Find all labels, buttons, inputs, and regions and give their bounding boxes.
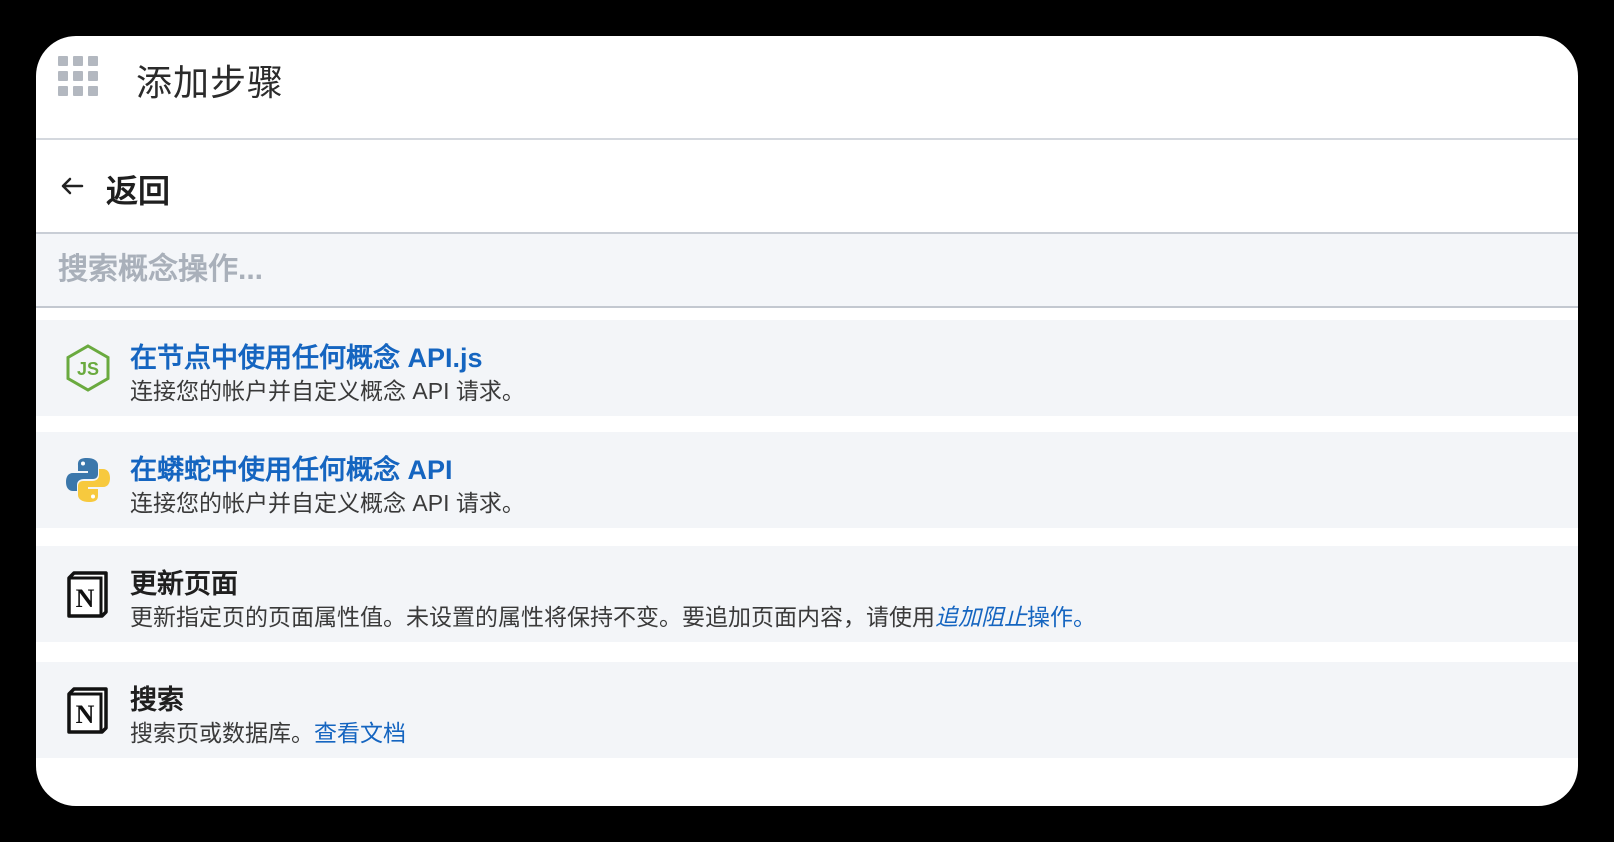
app-grid-icon[interactable]: [58, 56, 98, 96]
action-item-search[interactable]: N 搜索 搜索页或数据库。查看文档: [36, 662, 1578, 758]
action-description: 搜索页或数据库。查看文档: [130, 714, 406, 748]
panel-title: 添加步骤: [136, 62, 285, 103]
add-step-panel: 添加步骤 返回 JS 在节点中使用任何概念 API.js 连接您的帐户并自定义概…: [36, 36, 1578, 806]
search-input[interactable]: [58, 248, 1458, 292]
action-item-nodejs[interactable]: JS 在节点中使用任何概念 API.js 连接您的帐户并自定义概念 API 请求…: [36, 320, 1578, 416]
action-link[interactable]: 操作: [1027, 604, 1073, 630]
action-item-update-page[interactable]: N 更新页面 更新指定页的页面属性值。未设置的属性将保持不变。要追加页面内容，请…: [36, 546, 1578, 642]
description-period: 。: [1073, 604, 1096, 630]
action-description: 更新指定页的页面属性值。未设置的属性将保持不变。要追加页面内容，请使用追加阻止操…: [130, 598, 1096, 632]
svg-text:JS: JS: [77, 359, 99, 379]
svg-text:N: N: [76, 700, 95, 729]
svg-text:N: N: [76, 584, 95, 613]
view-docs-link[interactable]: 查看文档: [314, 720, 406, 746]
action-title: 搜索: [130, 685, 184, 715]
description-text: 搜索页或数据库。: [130, 720, 314, 746]
action-title: 更新页面: [130, 569, 238, 599]
notion-icon: N: [67, 571, 108, 618]
arrow-left-icon: [61, 177, 84, 195]
search-bar: [36, 234, 1578, 308]
title-bar: 添加步骤: [36, 36, 1578, 140]
action-item-python[interactable]: 在蟒蛇中使用任何概念 API 连接您的帐户并自定义概念 API 请求。: [36, 432, 1578, 528]
back-button[interactable]: 返回: [36, 140, 1578, 234]
action-title: 在节点中使用任何概念 API.js: [130, 343, 483, 373]
action-description: 连接您的帐户并自定义概念 API 请求。: [130, 378, 525, 404]
notion-icon: N: [67, 687, 108, 734]
action-description: 连接您的帐户并自定义概念 API 请求。: [130, 490, 525, 516]
description-text: 更新指定页的页面属性值。未设置的属性将保持不变。要追加页面内容，请使用: [130, 604, 935, 630]
nodejs-icon: JS: [66, 344, 110, 392]
append-block-link[interactable]: 追加阻止: [935, 604, 1027, 630]
action-title: 在蟒蛇中使用任何概念 API: [130, 455, 453, 485]
back-label: 返回: [106, 173, 171, 209]
python-icon: [66, 458, 110, 502]
